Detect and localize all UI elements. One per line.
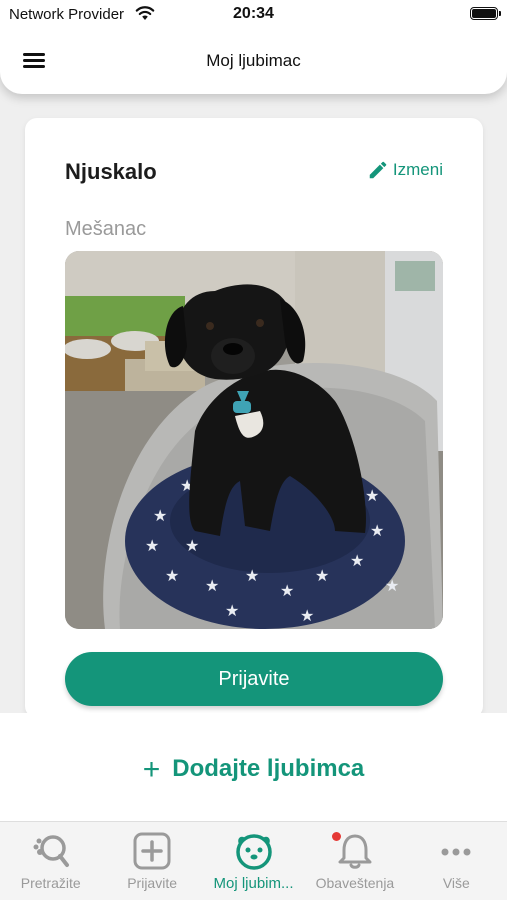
svg-text:★: ★	[385, 578, 399, 595]
svg-text:★: ★	[350, 553, 364, 570]
svg-text:★: ★	[205, 578, 219, 595]
svg-text:★: ★	[245, 568, 259, 585]
bell-icon	[338, 834, 372, 869]
edit-button[interactable]: Izmeni	[367, 159, 443, 181]
tab-notifications[interactable]: Obaveštenja	[304, 822, 405, 900]
add-pet-label: Dodajte ljubimca	[172, 755, 365, 782]
dog-face-icon	[235, 834, 272, 870]
tab-label: Moj ljubim...	[213, 875, 294, 892]
svg-text:★: ★	[153, 508, 167, 525]
app-header: Moj ljubimac	[0, 28, 507, 94]
svg-text:★: ★	[225, 603, 239, 620]
edit-label: Izmeni	[392, 160, 443, 179]
pencil-icon	[369, 161, 387, 179]
pet-breed: Mešanac	[65, 218, 147, 240]
tab-label: Obaveštenja	[315, 875, 395, 891]
tab-label: Više	[442, 875, 470, 891]
svg-text:★: ★	[370, 523, 384, 540]
battery-icon	[470, 7, 501, 20]
more-dots-icon	[441, 848, 471, 856]
svg-text:★: ★	[315, 568, 329, 585]
svg-text:★: ★	[365, 488, 379, 505]
svg-text:★: ★	[165, 568, 179, 585]
pet-card: Njuskalo Izmeni Mešanac ★ ★ ★ ★ ★ ★ ★ ★ …	[25, 118, 483, 718]
report-button[interactable]: Prijavite	[65, 652, 443, 706]
tab-search[interactable]: Pretražite	[0, 822, 101, 900]
tab-label: Pretražite	[20, 875, 81, 891]
search-paw-icon	[33, 835, 69, 867]
tab-more[interactable]: Više	[406, 822, 507, 900]
svg-text:★: ★	[185, 538, 199, 555]
page-title: Moj ljubimac	[206, 51, 301, 70]
dog-photo-illustration: ★★ ★★ ★★ ★★ ★★ ★★ ★★ ★★ ★★	[65, 251, 443, 629]
clock: 20:34	[233, 5, 274, 22]
bottom-nav: Pretražite Prijavite Moj ljubim... Obave…	[0, 821, 507, 900]
svg-text:★: ★	[300, 608, 314, 625]
tab-report[interactable]: Prijavite	[101, 822, 202, 900]
plus-icon: +	[142, 753, 161, 786]
pet-photo: ★★ ★★ ★★ ★★ ★★ ★★ ★★ ★★ ★★	[65, 251, 443, 629]
plus-square-icon	[133, 832, 171, 870]
add-pet-section: + Dodajte ljubimca	[0, 713, 507, 821]
svg-text:★: ★	[145, 538, 159, 555]
tab-my-pet[interactable]: Moj ljubim...	[203, 822, 304, 900]
status-bar: Network Provider 20:34	[0, 0, 507, 28]
svg-text:★: ★	[280, 583, 294, 600]
add-pet-button[interactable]: + Dodajte ljubimca	[0, 753, 507, 787]
tab-label: Prijavite	[127, 875, 177, 891]
pet-name: Njuskalo	[65, 159, 157, 184]
